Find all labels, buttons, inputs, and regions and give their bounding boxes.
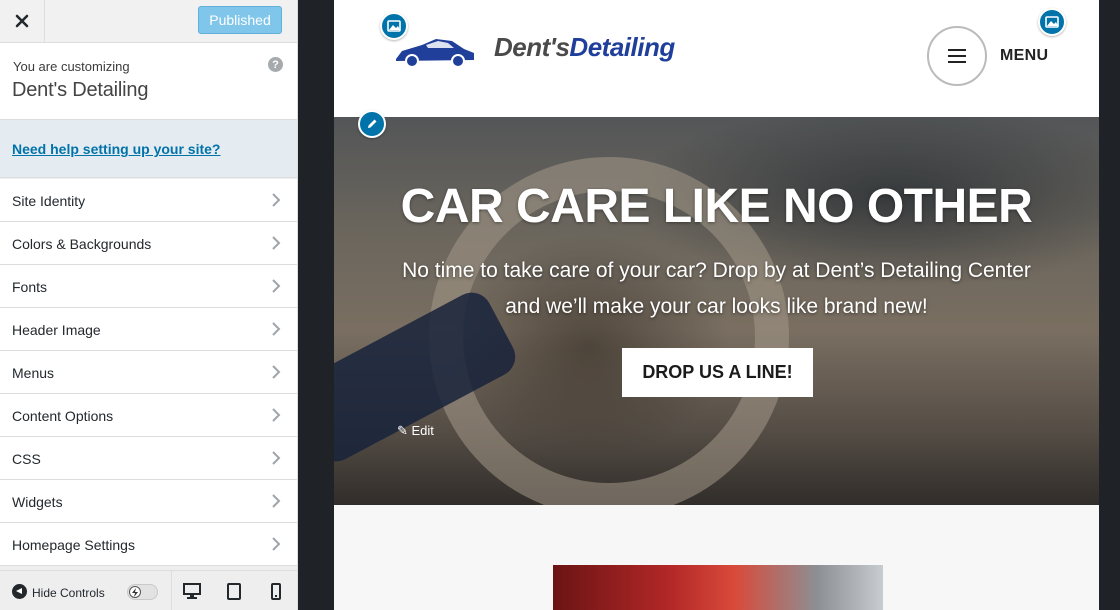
chevron-right-icon xyxy=(272,451,281,465)
section-label: Content Options xyxy=(12,408,114,424)
section-menus[interactable]: Menus xyxy=(0,351,297,394)
chevron-right-icon xyxy=(272,537,281,551)
preview-toggle[interactable] xyxy=(127,584,158,600)
section-label: Fonts xyxy=(12,279,48,295)
chevron-right-icon xyxy=(272,236,281,250)
featured-car-image xyxy=(553,565,883,610)
section-site-identity[interactable]: Site Identity xyxy=(0,179,297,222)
section-colors-backgrounds[interactable]: Colors & Backgrounds xyxy=(0,222,297,265)
desktop-icon xyxy=(183,582,201,599)
car-logo-icon xyxy=(396,39,474,68)
chevron-right-icon xyxy=(272,193,281,207)
section-css[interactable]: CSS xyxy=(0,437,297,480)
menu-toggle-button[interactable] xyxy=(927,26,987,86)
edit-logo-shortcut[interactable] xyxy=(380,12,408,40)
hero-subtitle-line1: No time to take care of your car? Drop b… xyxy=(402,259,1031,282)
mobile-preview-button[interactable] xyxy=(256,571,296,610)
hero-subtitle: No time to take care of your car? Drop b… xyxy=(394,253,1039,325)
desktop-preview-button[interactable] xyxy=(172,571,212,610)
mobile-icon xyxy=(271,582,281,600)
hero-title: CAR CARE LIKE NO OTHER xyxy=(400,180,1033,233)
close-icon xyxy=(15,14,29,28)
customizer-header: Published xyxy=(0,0,297,43)
section-content-options[interactable]: Content Options xyxy=(0,394,297,437)
section-label: Menus xyxy=(12,365,55,381)
edit-header-image-shortcut[interactable] xyxy=(1038,8,1066,36)
customizer-sidebar: Published You are customizing Dent's Det… xyxy=(0,0,298,610)
section-label: Site Identity xyxy=(12,193,86,209)
hamburger-icon xyxy=(948,49,966,63)
drop-us-a-line-button[interactable]: DROP US A LINE! xyxy=(622,348,813,397)
logo-text-part2: Detailing xyxy=(569,32,675,62)
site-name: Dent's Detailing xyxy=(12,79,149,101)
published-button[interactable]: Published xyxy=(198,6,282,34)
image-icon xyxy=(1045,16,1059,28)
customizing-label: You are customizing xyxy=(13,59,130,74)
hide-controls-button[interactable]: Hide Controls xyxy=(0,571,172,610)
hero-subtitle-line2: and we’ll make your car looks like brand… xyxy=(505,295,928,318)
section-widgets[interactable]: Widgets xyxy=(0,480,297,523)
customizer-info: You are customizing Dent's Detailing ? xyxy=(0,43,297,120)
tablet-preview-button[interactable] xyxy=(214,571,254,610)
preview-page: Dent'sDetailing MENU CAR CARE LIKE NO OT… xyxy=(334,0,1099,610)
customizer-footer: Hide Controls xyxy=(0,570,297,610)
tablet-icon xyxy=(227,582,241,600)
customizer-sections: Site Identity Colors & Backgrounds Fonts… xyxy=(0,179,297,566)
content-section xyxy=(334,505,1099,610)
logo-text: Dent'sDetailing xyxy=(494,32,675,63)
close-customizer-button[interactable] xyxy=(0,0,45,42)
help-icon[interactable]: ? xyxy=(268,57,283,72)
section-fonts[interactable]: Fonts xyxy=(0,265,297,308)
chevron-right-icon xyxy=(272,494,281,508)
section-label: Header Image xyxy=(12,322,101,338)
chevron-right-icon xyxy=(272,279,281,293)
pencil-icon xyxy=(368,119,377,128)
section-label: Colors & Backgrounds xyxy=(12,236,152,252)
image-icon xyxy=(387,20,401,32)
chevron-right-icon xyxy=(272,365,281,379)
site-header: Dent'sDetailing MENU xyxy=(334,0,1099,117)
site-preview: Dent'sDetailing MENU CAR CARE LIKE NO OT… xyxy=(298,0,1120,610)
edit-hero-shortcut[interactable] xyxy=(358,110,386,138)
chevron-right-icon xyxy=(272,322,281,336)
section-homepage-settings[interactable]: Homepage Settings xyxy=(0,523,297,566)
help-setup-link[interactable]: Need help setting up your site? xyxy=(12,141,220,157)
section-header-image[interactable]: Header Image xyxy=(0,308,297,351)
help-notice: Need help setting up your site? xyxy=(0,120,297,178)
site-logo[interactable]: Dent'sDetailing xyxy=(392,28,682,73)
edit-link[interactable]: ✎ Edit xyxy=(397,423,434,439)
lightning-icon xyxy=(129,586,141,598)
collapse-arrow-icon xyxy=(12,584,27,599)
chevron-right-icon xyxy=(272,408,281,422)
section-label: Widgets xyxy=(12,494,63,510)
hero-section: CAR CARE LIKE NO OTHER No time to take c… xyxy=(334,117,1099,505)
menu-label[interactable]: MENU xyxy=(1000,47,1048,65)
hide-controls-label: Hide Controls xyxy=(32,586,105,600)
section-label: CSS xyxy=(12,451,41,467)
logo-text-part1: Dent's xyxy=(494,32,570,62)
section-label: Homepage Settings xyxy=(12,537,135,553)
